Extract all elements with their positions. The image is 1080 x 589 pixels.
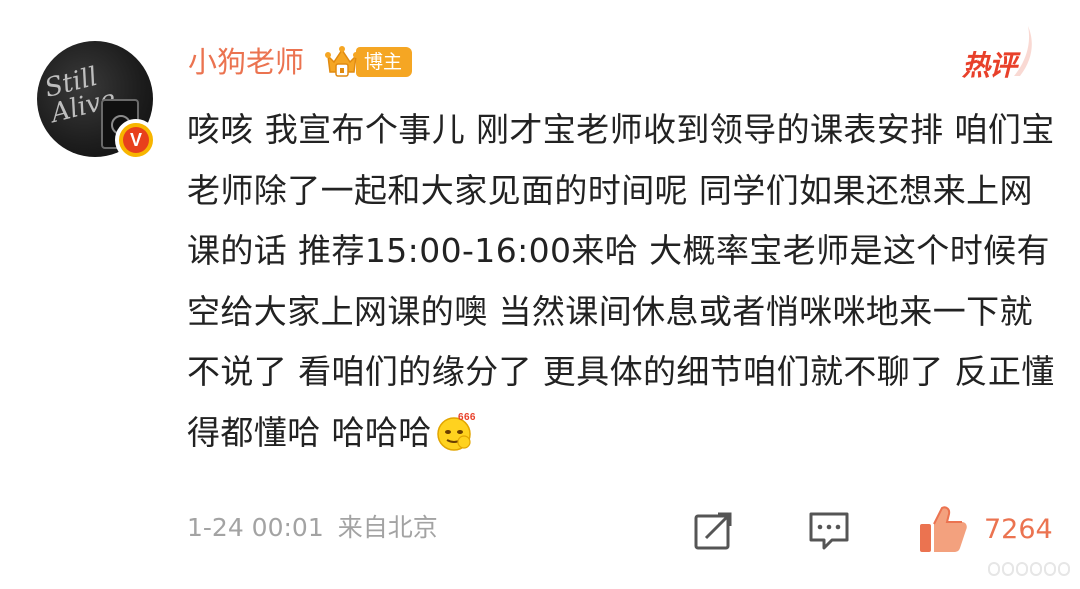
like-count: 7264 <box>984 514 1053 545</box>
comment-time: 1-24 00:01 <box>187 513 324 542</box>
666-emoji-icon: 666 <box>436 412 476 451</box>
username[interactable]: 小狗老师 <box>188 40 304 84</box>
crown-icon <box>325 46 359 77</box>
watermark <box>988 562 1070 576</box>
hot-flame-icon <box>1014 26 1032 76</box>
avatar[interactable]: Still Alive V <box>37 41 157 161</box>
svg-text:666: 666 <box>458 412 476 423</box>
comment-text-block: 咳咳 我宣布个事儿 刚才宝老师收到领导的课表安排 咱们宝老师除了一起和大家见面的… <box>187 100 1057 463</box>
comment-meta: 1-24 00:01 来自北京 <box>187 508 438 548</box>
hot-comment-label: 热评 <box>962 49 1017 82</box>
author-badge: 博主 <box>322 44 413 80</box>
comment-text: 咳咳 我宣布个事儿 刚才宝老师收到领导的课表安排 咱们宝老师除了一起和大家见面的… <box>187 110 1055 452</box>
comment-source: 来自北京 <box>337 513 438 542</box>
comment-icon[interactable] <box>808 510 850 552</box>
share-icon[interactable] <box>692 508 736 552</box>
author-badge-label: 博主 <box>356 47 413 77</box>
verified-badge-icon: V <box>115 119 157 161</box>
like-thumbs-up-icon[interactable] <box>918 504 968 554</box>
